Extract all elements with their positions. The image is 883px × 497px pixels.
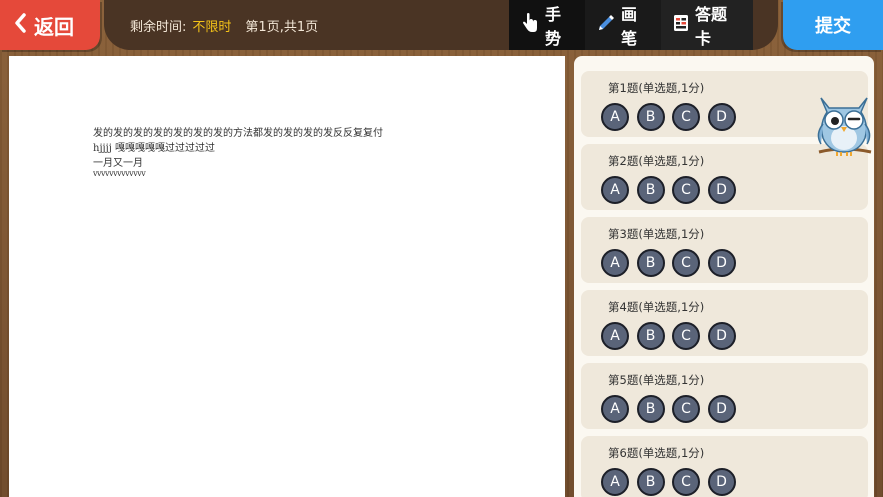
option-c-button[interactable]: C bbox=[672, 395, 700, 423]
option-b-button[interactable]: B bbox=[636, 322, 665, 350]
time-label: 剩余时间: bbox=[130, 19, 187, 35]
question-title: 第6题(单选题,1分) bbox=[608, 446, 705, 460]
option-b-button[interactable]: B bbox=[636, 468, 665, 496]
document-line: 发的发的发的发的发的发的发的方法都发的发的发的发反反复复付 bbox=[93, 128, 383, 139]
option-a-button[interactable]: A bbox=[601, 322, 629, 350]
document-line: hjjjj 嘎嘎嘎嘎嘎过过过过过 bbox=[93, 143, 216, 154]
pen-tool-button[interactable]: 画笔 bbox=[585, 0, 661, 50]
question-title: 第3题(单选题,1分) bbox=[608, 227, 705, 241]
question-card-5: 第5题(单选题,1分) A B C D bbox=[581, 363, 868, 429]
tool-group: 手势 画笔 答题卡 bbox=[509, 0, 753, 50]
pen-icon bbox=[597, 14, 615, 36]
option-c-button[interactable]: C bbox=[672, 176, 700, 204]
option-d-button[interactable]: D bbox=[707, 468, 736, 496]
option-group: A B C D bbox=[601, 103, 736, 131]
document-line: vvvvvvvvvvvvv bbox=[93, 169, 146, 178]
question-card-6: 第6题(单选题,1分) A B C D bbox=[581, 436, 868, 497]
option-b-button[interactable]: B bbox=[636, 176, 665, 204]
option-d-button[interactable]: D bbox=[707, 395, 736, 423]
option-group: A B C D bbox=[601, 176, 736, 204]
document-page: 发的发的发的发的发的发的发的方法都发的发的发的发反反复复付 hjjjj 嘎嘎嘎嘎… bbox=[9, 56, 565, 497]
chevron-left-icon bbox=[14, 12, 26, 38]
option-a-button[interactable]: A bbox=[601, 249, 629, 277]
option-d-button[interactable]: D bbox=[707, 103, 736, 131]
owl-mascot-icon[interactable] bbox=[813, 94, 875, 162]
option-d-button[interactable]: D bbox=[707, 322, 736, 350]
option-c-button[interactable]: C bbox=[672, 322, 700, 350]
option-group: A B C D bbox=[601, 468, 736, 496]
option-d-button[interactable]: D bbox=[707, 249, 736, 277]
pen-tool-label: 画笔 bbox=[621, 5, 638, 48]
answer-card-tool-label: 答题卡 bbox=[695, 5, 728, 48]
question-title: 第2题(单选题,1分) bbox=[608, 154, 705, 168]
option-c-button[interactable]: C bbox=[672, 103, 700, 131]
option-group: A B C D bbox=[601, 249, 736, 277]
option-a-button[interactable]: A bbox=[601, 395, 629, 423]
status-info: 剩余时间: 不限时 第1页,共1页 bbox=[130, 0, 318, 50]
answer-card-icon bbox=[673, 14, 689, 36]
gesture-tool-button[interactable]: 手势 bbox=[509, 0, 585, 50]
top-bar: 返回 剩余时间: 不限时 第1页,共1页 手势 画笔 答题卡 提交 bbox=[0, 0, 883, 52]
option-b-button[interactable]: B bbox=[636, 103, 665, 131]
option-a-button[interactable]: A bbox=[601, 103, 629, 131]
option-b-button[interactable]: B bbox=[636, 249, 665, 277]
time-value: 不限时 bbox=[192, 19, 232, 35]
answer-card-tool-button[interactable]: 答题卡 bbox=[661, 0, 753, 50]
option-a-button[interactable]: A bbox=[601, 176, 629, 204]
submit-button[interactable]: 提交 bbox=[783, 0, 883, 50]
option-group: A B C D bbox=[601, 322, 736, 350]
question-title: 第5题(单选题,1分) bbox=[608, 373, 705, 387]
question-title: 第4题(单选题,1分) bbox=[608, 300, 705, 314]
question-card-3: 第3题(单选题,1分) A B C D bbox=[581, 217, 868, 283]
hand-pointer-icon bbox=[521, 13, 539, 37]
option-b-button[interactable]: B bbox=[636, 395, 665, 423]
question-card-4: 第4题(单选题,1分) A B C D bbox=[581, 290, 868, 356]
option-c-button[interactable]: C bbox=[672, 249, 700, 277]
option-d-button[interactable]: D bbox=[707, 176, 736, 204]
document-line: 一月又一月 bbox=[93, 158, 143, 169]
gesture-tool-label: 手势 bbox=[545, 5, 562, 48]
option-c-button[interactable]: C bbox=[672, 468, 700, 496]
back-button[interactable]: 返回 bbox=[0, 0, 100, 50]
option-a-button[interactable]: A bbox=[601, 468, 629, 496]
page-indicator: 第1页,共1页 bbox=[245, 19, 319, 35]
question-title: 第1题(单选题,1分) bbox=[608, 81, 705, 95]
back-button-label: 返回 bbox=[34, 14, 74, 39]
option-group: A B C D bbox=[601, 395, 736, 423]
